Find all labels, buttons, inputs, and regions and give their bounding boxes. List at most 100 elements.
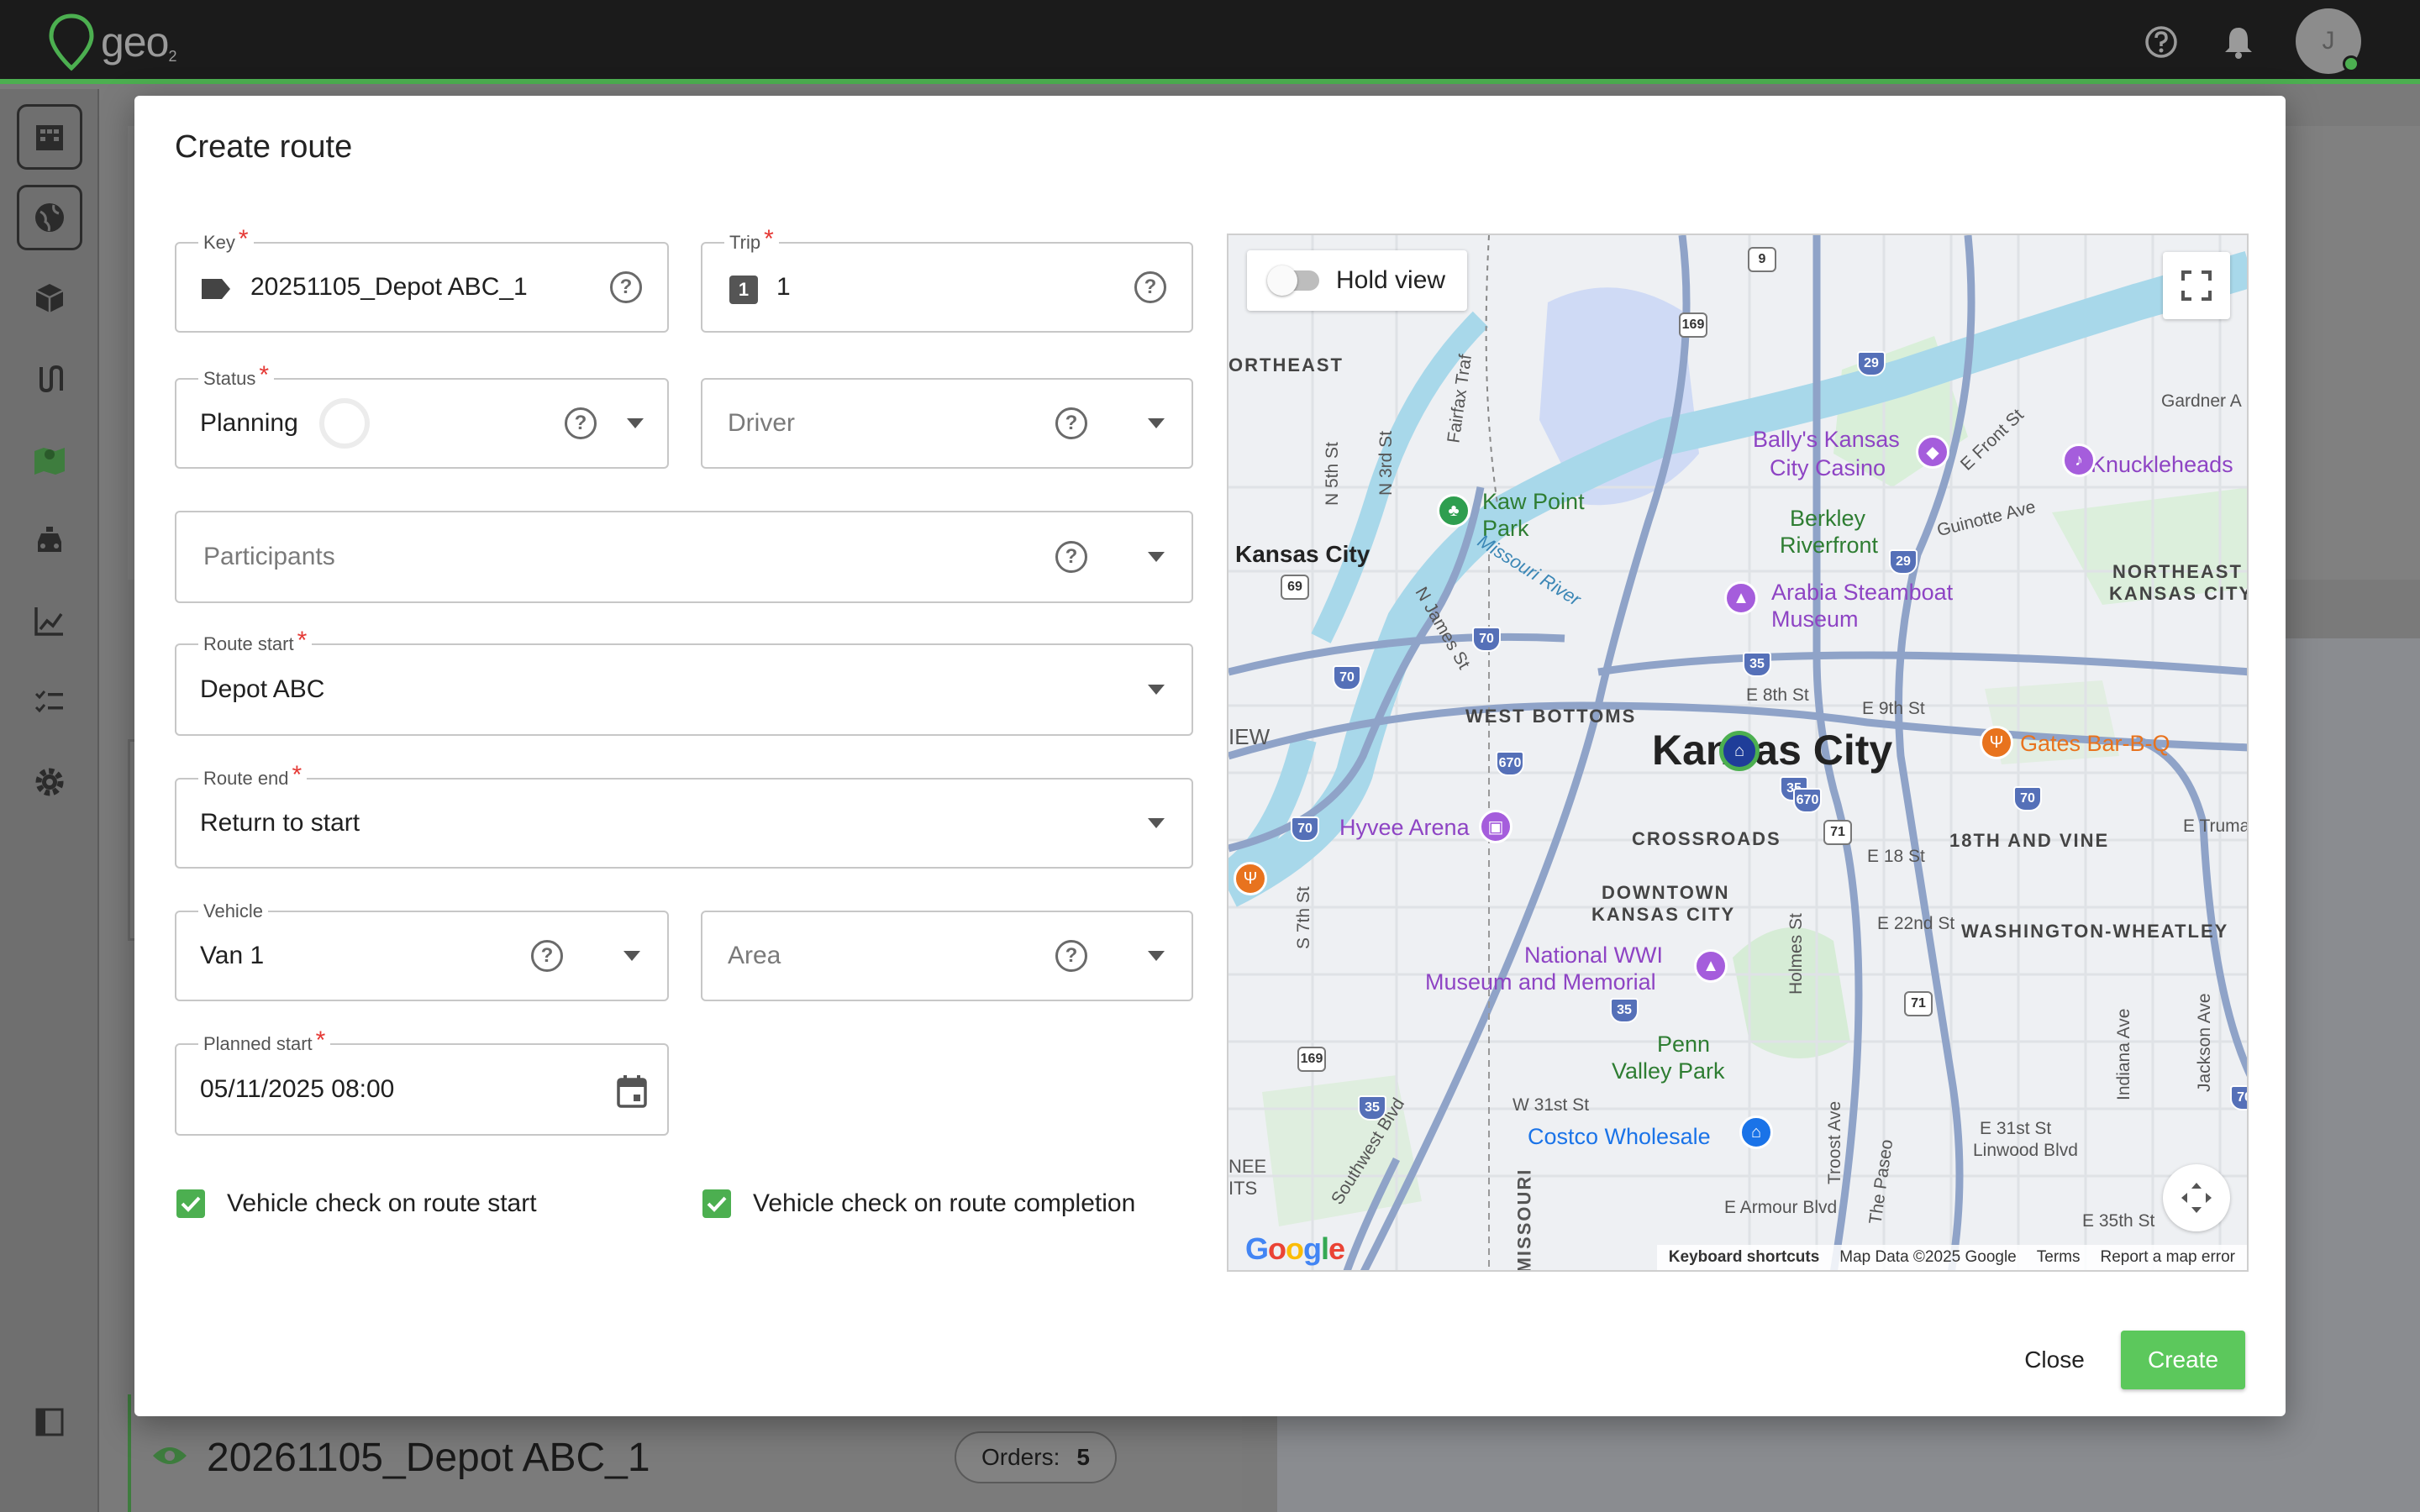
map-label: Valley Park — [1612, 1058, 1725, 1084]
map-label: Jackson Ave — [2195, 993, 2214, 1092]
chevron-down-icon[interactable] — [1148, 685, 1165, 695]
report-error-link[interactable]: Report a map error — [2100, 1248, 2235, 1267]
map-label: DOWNTOWN — [1602, 882, 1730, 903]
highway-shield: 670 — [1496, 751, 1524, 776]
help-icon[interactable] — [2138, 18, 2185, 66]
logo-sub: 2 — [168, 47, 177, 65]
app-logo[interactable]: geo 2 — [47, 12, 176, 72]
create-route-dialog: Create route Key * 20251105_Depot ABC_1 ?… — [134, 96, 2286, 1416]
restaurant-pin-icon[interactable]: Ψ — [1980, 726, 2013, 759]
sidebar-collapse-button[interactable] — [17, 1389, 82, 1455]
music-venue-pin-icon[interactable]: ♪ — [2062, 444, 2096, 477]
park-pin-icon[interactable]: ♣ — [1437, 494, 1470, 528]
chevron-down-icon[interactable] — [623, 951, 640, 961]
map-label: Penn — [1657, 1032, 1711, 1057]
sidebar-item-settings[interactable] — [17, 749, 82, 815]
calendar-icon[interactable] — [615, 1074, 649, 1109]
vehicle-check-start[interactable]: Vehicle check on route start — [176, 1189, 537, 1218]
hold-view-toggle[interactable]: Hold view — [1247, 250, 1467, 311]
map-label: ORTHEAST — [1228, 354, 1344, 375]
hold-view-label: Hold view — [1336, 266, 1446, 294]
help-icon[interactable]: ? — [610, 271, 642, 303]
vehicle-check-completion[interactable]: Vehicle check on route completion — [702, 1189, 1135, 1218]
chevron-down-icon[interactable] — [627, 418, 644, 428]
museum-pin-icon[interactable]: ▲ — [1694, 949, 1728, 983]
fullscreen-button[interactable] — [2163, 252, 2230, 319]
route-map[interactable]: ORTHEAST Kansas City IEW WEST BOTTOMS Ka… — [1227, 234, 2249, 1272]
keyboard-shortcuts-link[interactable]: Keyboard shortcuts — [1669, 1248, 1819, 1267]
sidebar-item-routes[interactable] — [17, 346, 82, 412]
restaurant-pin-icon[interactable]: Ψ — [1234, 862, 1267, 895]
background-route-title: 20261105_Depot ABC_1 — [207, 1436, 650, 1480]
sidebar-item-buildings[interactable] — [17, 104, 82, 170]
map-label: Berkley — [1790, 506, 1866, 531]
orders-badge: Orders: 5 — [955, 1431, 1117, 1483]
museum-pin-icon[interactable]: ▲ — [1724, 581, 1758, 615]
highway-shield: 71 — [1904, 991, 1933, 1016]
help-icon[interactable]: ? — [1055, 541, 1087, 573]
planned-start-field[interactable]: Planned start * 05/11/2025 08:00 — [175, 1028, 669, 1136]
map-label: Kaw Point — [1482, 489, 1585, 514]
highway-shield: 35 — [1610, 998, 1639, 1023]
driver-select[interactable]: Driver ? — [701, 378, 1193, 469]
participants-select[interactable]: Participants ? — [175, 511, 1193, 603]
chevron-down-icon[interactable] — [1148, 552, 1165, 562]
help-icon[interactable]: ? — [531, 940, 563, 972]
checkbox-checked-icon[interactable] — [176, 1189, 205, 1218]
toggle-switch[interactable] — [1267, 265, 1319, 296]
map-label: E 35th St — [2082, 1211, 2155, 1231]
map-label: NORTHEAST — [2112, 561, 2243, 582]
route-start-select[interactable]: Route start * Depot ABC — [175, 628, 1193, 736]
highway-shield: 29 — [1889, 549, 1918, 575]
help-icon[interactable]: ? — [1134, 271, 1166, 303]
sidebar-item-packages[interactable] — [17, 265, 82, 331]
planned-start-input[interactable]: 05/11/2025 08:00 — [200, 1045, 394, 1134]
help-icon[interactable]: ? — [1055, 407, 1087, 439]
arena-pin-icon[interactable]: ▣ — [1479, 810, 1512, 843]
highway-shield: 169 — [1297, 1047, 1326, 1072]
map-label: N 3rd St — [1376, 430, 1396, 496]
close-button[interactable]: Close — [2008, 1331, 2101, 1389]
map-label: ITS — [1228, 1178, 1258, 1199]
sidebar-item-tasks[interactable] — [17, 669, 82, 734]
shopping-pin-icon[interactable]: ⌂ — [1739, 1116, 1773, 1149]
highway-shield: 9 — [1748, 247, 1776, 272]
recenter-button[interactable] — [2163, 1164, 2230, 1231]
help-icon[interactable]: ? — [1055, 940, 1087, 972]
depot-marker-icon[interactable]: ⌂ — [1719, 731, 1760, 771]
logo-text: geo — [101, 18, 169, 66]
vehicle-check-start-label: Vehicle check on route start — [227, 1189, 537, 1217]
move-arrows-icon — [2181, 1183, 2212, 1213]
vehicle-select[interactable]: Vehicle Van 1 ? — [175, 900, 669, 1001]
online-status-dot — [2343, 55, 2360, 72]
highway-shield: 35 — [1358, 1095, 1386, 1121]
key-input[interactable]: 20251105_Depot ABC_1 — [250, 244, 528, 331]
chevron-down-icon[interactable] — [1148, 951, 1165, 961]
terms-link[interactable]: Terms — [2037, 1248, 2081, 1267]
trip-field[interactable]: Trip * 1 1 ? — [701, 227, 1193, 333]
checkbox-checked-icon[interactable] — [702, 1189, 731, 1218]
sidebar-item-globe[interactable] — [17, 185, 82, 250]
sidebar-item-map[interactable] — [17, 427, 82, 492]
map-label: KANSAS CITY — [2109, 583, 2249, 604]
create-button[interactable]: Create — [2121, 1331, 2245, 1389]
map-label: WEST BOTTOMS — [1465, 706, 1637, 727]
bell-icon[interactable] — [2215, 18, 2262, 66]
casino-pin-icon[interactable]: ◆ — [1916, 435, 1949, 469]
avatar[interactable]: J — [2296, 8, 2361, 74]
trip-input[interactable]: 1 — [776, 244, 791, 331]
highway-shield: 70 — [2013, 786, 2042, 811]
area-placeholder: Area — [728, 942, 781, 969]
chevron-down-icon[interactable] — [1148, 818, 1165, 828]
map-label: Riverfront — [1780, 533, 1879, 558]
chevron-down-icon[interactable] — [1148, 418, 1165, 428]
highway-shield: 71 — [1823, 820, 1852, 845]
status-select[interactable]: Status * Planning ? — [175, 363, 669, 469]
area-select[interactable]: Area ? — [701, 911, 1193, 1001]
key-field[interactable]: Key * 20251105_Depot ABC_1 ? — [175, 227, 669, 333]
sidebar-item-vehicles[interactable] — [17, 507, 82, 573]
route-end-select[interactable]: Route end * Return to start — [175, 763, 1193, 869]
map-label: E 31st St — [1980, 1119, 2052, 1138]
help-icon[interactable]: ? — [565, 407, 597, 439]
sidebar-item-analytics[interactable] — [17, 588, 82, 654]
